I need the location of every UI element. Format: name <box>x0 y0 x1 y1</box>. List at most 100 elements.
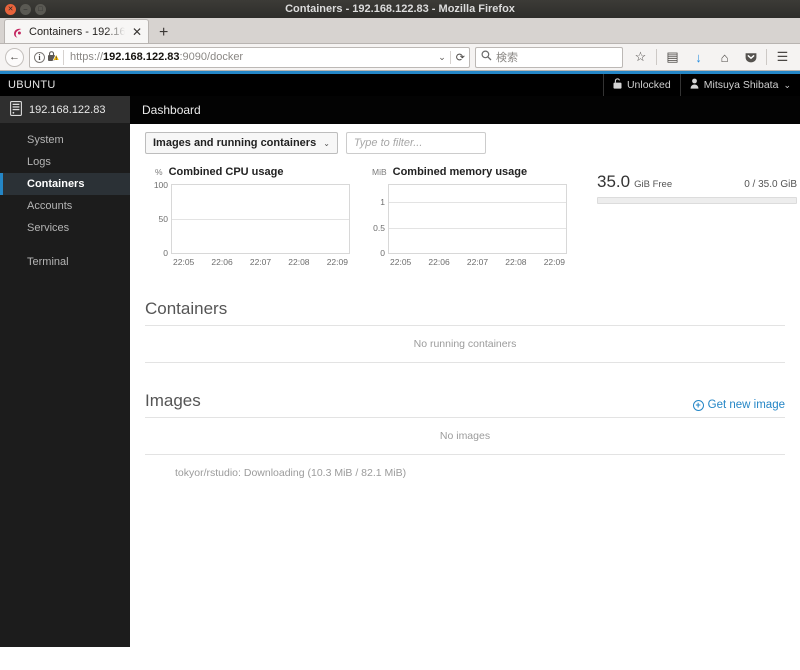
memory-chart-xaxis: 22:05 22:06 22:07 22:08 22:09 <box>388 254 567 267</box>
cpu-ytick-50: 50 <box>158 214 168 224</box>
library-icon[interactable]: ▤ <box>660 46 685 68</box>
cpu-chart-plot <box>171 184 350 254</box>
cpu-usage-chart: % Combined CPU usage 100 50 0 22:05 22:0… <box>145 166 350 267</box>
search-bar[interactable]: 検索 <box>475 46 623 68</box>
memory-ytick-0: 0 <box>380 248 385 258</box>
sidebar-item-services[interactable]: Services <box>0 217 130 239</box>
sidebar-item-accounts[interactable]: Accounts <box>0 195 130 217</box>
bookmark-star-icon[interactable]: ☆ <box>628 46 653 68</box>
browser-toolbar-icons: ☆ ▤ ↓ ⌂ ☰ <box>628 46 795 68</box>
cockpit-body: 192.168.122.83 System Logs Containers Ac… <box>0 96 800 647</box>
minimize-icon: – <box>23 5 28 13</box>
memory-xtick-1: 22:06 <box>428 257 450 267</box>
filter-select[interactable]: Images and running containers ⌄ <box>145 132 338 154</box>
window-close-button[interactable]: ✕ <box>5 3 16 15</box>
disk-free-unit: GiB Free <box>634 179 673 190</box>
memory-xtick-0: 22:05 <box>390 257 412 267</box>
sidebar-nav: System Logs Containers Accounts Services… <box>0 123 130 273</box>
sidebar-item-logs[interactable]: Logs <box>0 151 130 173</box>
cpu-xtick-2: 22:07 <box>249 257 272 267</box>
cpu-xtick-4: 22:09 <box>326 257 348 267</box>
sidebar-host-item[interactable]: 192.168.122.83 <box>0 96 130 123</box>
page-title: Dashboard <box>130 96 800 124</box>
user-icon <box>690 78 699 92</box>
sidebar-divider <box>0 239 130 251</box>
cockpit-favicon-icon <box>12 26 24 38</box>
cockpit-header-right: Unlocked Mitsuya Shibata ⌄ <box>602 74 800 96</box>
cockpit-header: UBUNTU Unlocked Mitsuya Shibata ⌄ <box>0 74 800 96</box>
memory-xtick-4: 22:09 <box>543 257 565 267</box>
window-minimize-button[interactable]: – <box>20 3 31 15</box>
insecure-lock-icon[interactable] <box>47 50 60 65</box>
memory-xtick-3: 22:08 <box>505 257 527 267</box>
chevron-down-icon: ⌄ <box>323 138 330 148</box>
cpu-ytick-0: 0 <box>163 248 168 258</box>
new-tab-button[interactable]: + <box>149 25 176 43</box>
images-section: Images + Get new image No images tokyor/… <box>130 391 800 479</box>
filter-select-label: Images and running containers <box>153 137 317 149</box>
containers-section-header: Containers <box>145 299 785 326</box>
menu-icon[interactable]: ☰ <box>770 46 795 68</box>
chevron-down-icon: ⌄ <box>783 79 791 90</box>
window-title: Containers - 192.168.122.83 - Mozilla Fi… <box>285 3 515 15</box>
sidebar-item-system[interactable]: System <box>0 129 130 151</box>
cpu-chart-title: Combined CPU usage <box>168 166 284 178</box>
search-input[interactable]: 検索 <box>496 49 518 65</box>
reload-icon[interactable]: ⟳ <box>449 50 465 64</box>
cpu-chart-header: % Combined CPU usage <box>145 166 350 178</box>
memory-chart-header: MiB Combined memory usage <box>362 166 567 178</box>
cpu-chart-area: 100 50 0 <box>145 180 350 258</box>
url-text: https://192.168.122.83:9090/docker <box>67 51 243 63</box>
sidebar-item-containers[interactable]: Containers <box>0 173 130 195</box>
url-bar[interactable]: i https://192.168.122.83:9090/docker ⌄ ⟳ <box>29 46 470 68</box>
url-dropdown-icon[interactable]: ⌄ <box>434 52 450 63</box>
tab-close-icon[interactable]: ✕ <box>130 26 144 38</box>
images-section-title: Images <box>145 391 201 410</box>
memory-chart-plot <box>388 184 567 254</box>
browser-tab[interactable]: Containers - 192.168.1 ✕ <box>4 19 149 43</box>
image-download-status: tokyor/rstudio: Downloading (10.3 MiB / … <box>175 467 407 479</box>
memory-xtick-2: 22:07 <box>466 257 489 267</box>
site-identity[interactable]: i <box>34 49 64 65</box>
back-button[interactable]: ← <box>5 47 24 67</box>
dashboard-charts: % Combined CPU usage 100 50 0 22:05 22:0… <box>130 162 800 267</box>
cpu-chart-unit: % <box>155 167 163 177</box>
home-icon[interactable]: ⌂ <box>712 46 737 68</box>
memory-chart-area: 1 0.5 0 <box>362 184 567 258</box>
cockpit-main: Dashboard Images and running containers … <box>130 96 800 647</box>
disk-free-amount: 35.0 <box>597 172 631 191</box>
sidebar-item-terminal[interactable]: Terminal <box>0 251 130 273</box>
browser-tab-label: Containers - 192.168.1 <box>29 25 125 38</box>
memory-chart-unit: MiB <box>372 167 387 177</box>
user-menu-button[interactable]: Mitsuya Shibata ⌄ <box>679 74 800 96</box>
images-section-header: Images + Get new image <box>145 391 785 418</box>
cockpit-sidebar: 192.168.122.83 System Logs Containers Ac… <box>0 96 130 647</box>
page-info-icon[interactable]: i <box>34 51 45 63</box>
memory-ytick-1: 1 <box>380 197 385 207</box>
window-maximize-button[interactable]: □ <box>35 3 46 15</box>
lock-status-button[interactable]: Unlocked <box>602 74 680 96</box>
url-scheme: https:// <box>70 51 104 63</box>
firefox-window: ✕ – □ Containers - 192.168.122.83 - Mozi… <box>0 0 800 670</box>
lock-status-label: Unlocked <box>626 79 671 91</box>
disk-usage-summary: 35.0 GiB Free 0 / 35.0 GiB <box>597 172 797 192</box>
get-new-image-button[interactable]: + Get new image <box>692 399 785 411</box>
sidebar-host-label: 192.168.122.83 <box>29 103 106 116</box>
downloads-icon[interactable]: ↓ <box>686 46 711 68</box>
browser-tabbar: Containers - 192.168.1 ✕ + <box>0 18 800 44</box>
pocket-icon[interactable] <box>738 46 763 68</box>
filter-input-placeholder: Type to filter... <box>353 137 423 149</box>
images-empty-message: No images <box>145 418 785 455</box>
filter-input[interactable]: Type to filter... <box>345 132 486 154</box>
browser-navbar: ← i https://192.168.122.83:9090/docker ⌄ <box>0 44 800 71</box>
server-icon <box>10 100 22 119</box>
url-host: 192.168.122.83 <box>103 51 180 63</box>
cpu-ytick-100: 100 <box>153 180 168 190</box>
window-controls: ✕ – □ <box>0 3 46 15</box>
cpu-xtick-1: 22:06 <box>211 257 233 267</box>
memory-chart-yaxis: 1 0.5 0 <box>362 184 388 258</box>
memory-usage-chart: MiB Combined memory usage 1 0.5 0 22:05 … <box>362 166 567 267</box>
plus-circle-icon: + <box>692 399 704 411</box>
maximize-icon: □ <box>38 5 43 13</box>
unlock-icon <box>613 78 622 92</box>
